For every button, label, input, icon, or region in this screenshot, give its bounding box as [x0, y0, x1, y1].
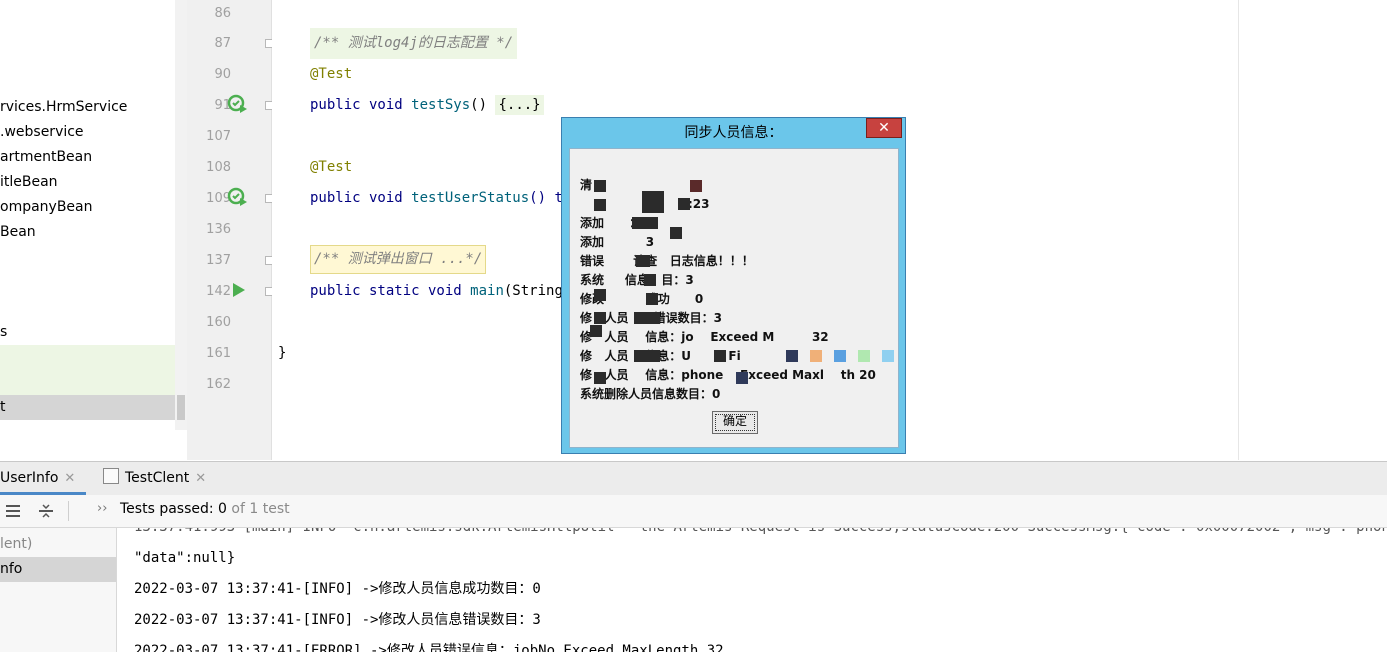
redaction: [736, 372, 748, 384]
redaction: [636, 255, 650, 267]
redaction: [594, 199, 606, 211]
dialog-line: :23: [688, 197, 710, 211]
tree-item[interactable]: rvices.HrmService: [0, 95, 127, 120]
editor-gutter: 86 87 90 91 107 108 109 136 137 142 160 …: [187, 0, 274, 460]
redaction: [858, 350, 870, 362]
line-number: 162: [206, 377, 231, 392]
test-toolbar: ›› Tests passed: 0 of 1 test: [0, 495, 1387, 528]
dialog-title: 同步人员信息：: [684, 125, 783, 141]
run-test-passed-icon[interactable]: [227, 94, 249, 114]
code-line: public static void main(String[]: [310, 283, 580, 299]
console-line: 13:37:41:993 [main] INFO c.h.artemis.sdk…: [134, 528, 1387, 543]
console-line: "data":null}: [134, 550, 236, 566]
code-annotation: @Test: [310, 159, 353, 175]
line-number: 87: [214, 36, 231, 51]
redaction: [882, 350, 894, 362]
line-number: 160: [206, 315, 231, 330]
dialog-line: 修 人员 信息：phone Exceed Maxl th 20: [580, 368, 876, 382]
sync-dialog: 同步人员信息： ✕ 清 :23 添加 ：0 添加 3 错误 请查 日志信息！！！…: [561, 117, 906, 454]
dialog-body: 清 :23 添加 ：0 添加 3 错误 请查 日志信息！！！ 系统 信息 目：3…: [569, 148, 899, 448]
sort-icon[interactable]: [4, 503, 22, 519]
dialog-line: 清: [580, 178, 593, 192]
tree-item[interactable]: t: [0, 395, 6, 420]
redaction: [632, 217, 658, 229]
code-line: }: [278, 345, 287, 361]
redaction: [590, 325, 602, 337]
tree-item[interactable]: artmentBean: [0, 145, 92, 170]
project-tree: rvices.HrmService .webservice artmentBea…: [0, 0, 187, 430]
right-margin-guide: [1238, 0, 1239, 460]
folded-block: {...}: [495, 95, 544, 115]
dialog-line: 系统 信息 目：3: [580, 273, 694, 287]
line-number: 108: [206, 160, 231, 175]
toolbar-divider: [68, 501, 69, 521]
line-number: 161: [206, 346, 231, 361]
tree-current-highlight: [0, 395, 187, 420]
close-icon[interactable]: ✕: [64, 471, 75, 486]
console-output[interactable]: 13:37:41:993 [main] INFO c.h.artemis.sdk…: [117, 528, 1387, 652]
redaction: [594, 372, 606, 384]
close-icon[interactable]: ✕: [195, 471, 206, 486]
redaction: [594, 312, 606, 324]
collapse-all-icon[interactable]: [37, 503, 55, 519]
run-test-passed-icon[interactable]: [227, 187, 249, 207]
test-status-text: Tests passed: 0 of 1 test: [120, 501, 290, 517]
redaction: [646, 293, 658, 305]
test-tree-item[interactable]: lent): [0, 532, 32, 557]
redaction: [670, 227, 682, 239]
dialog-line: 系统删除人员信息数目：0: [580, 387, 721, 401]
redaction: [594, 180, 606, 192]
tree-scrollbar-thumb[interactable]: [177, 395, 185, 420]
redaction: [786, 350, 798, 362]
tree-scrollbar[interactable]: [175, 0, 187, 430]
line-number: 107: [206, 129, 231, 144]
code-annotation: @Test: [310, 66, 353, 82]
redaction: [634, 312, 660, 324]
tree-selection-highlight: [0, 345, 187, 395]
test-tree: lent) nfo: [0, 528, 117, 652]
code-comment: /** 测试弹出窗口 ...*/: [310, 245, 487, 274]
redaction: [714, 350, 726, 362]
more-icon[interactable]: ››: [97, 501, 107, 516]
redaction: [594, 289, 606, 301]
code-comment: /** 测试log4j的日志配置 */: [310, 28, 518, 59]
code-line: public void testUserStatus() thi: [310, 190, 580, 206]
redaction: [834, 350, 846, 362]
line-number: 109: [206, 191, 231, 206]
tree-item[interactable]: ompanyBean: [0, 195, 93, 220]
tree-item[interactable]: itleBean: [0, 170, 58, 195]
run-icon[interactable]: [232, 282, 246, 298]
tree-item[interactable]: .webservice: [0, 120, 84, 145]
redaction: [810, 350, 822, 362]
console-line: 2022-03-07 13:37:41-[ERROR] ->修改人员错误信息：j…: [134, 643, 724, 652]
line-number: 90: [214, 67, 231, 82]
line-number: 142: [206, 284, 231, 299]
line-number: 137: [206, 253, 231, 268]
ok-button[interactable]: 确定: [712, 411, 758, 434]
redaction: [690, 180, 702, 192]
console-line: 2022-03-07 13:37:41-[INFO] ->修改人员信息错误数目：…: [134, 612, 541, 628]
redaction: [644, 274, 656, 286]
test-tree-item[interactable]: nfo: [0, 557, 116, 582]
console-line: 2022-03-07 13:37:41-[INFO] ->修改人员信息成功数目：…: [134, 581, 541, 597]
close-button[interactable]: ✕: [866, 118, 902, 138]
tree-item[interactable]: s: [0, 320, 7, 345]
tab-testclent[interactable]: TestClent ✕: [103, 462, 206, 495]
line-number: 86: [214, 6, 231, 21]
line-number: 136: [206, 222, 231, 237]
code-line: public void testSys() {...}: [310, 90, 544, 121]
redaction: [642, 191, 664, 213]
line-number: 91: [214, 98, 231, 113]
tree-item[interactable]: Bean: [0, 220, 36, 245]
redaction: [634, 350, 660, 362]
run-config-icon: [103, 468, 119, 484]
dialog-line: 添加 3: [580, 235, 655, 249]
tab-userinfo[interactable]: UserInfo ✕: [0, 462, 75, 495]
redaction: [678, 198, 690, 210]
run-tabs-bar: UserInfo ✕ TestClent ✕: [0, 461, 1387, 496]
dialog-line: 修 人员 信息：jo Exceed M 32: [580, 330, 829, 344]
dialog-line: 错误 请查 日志信息！！！: [580, 254, 754, 268]
